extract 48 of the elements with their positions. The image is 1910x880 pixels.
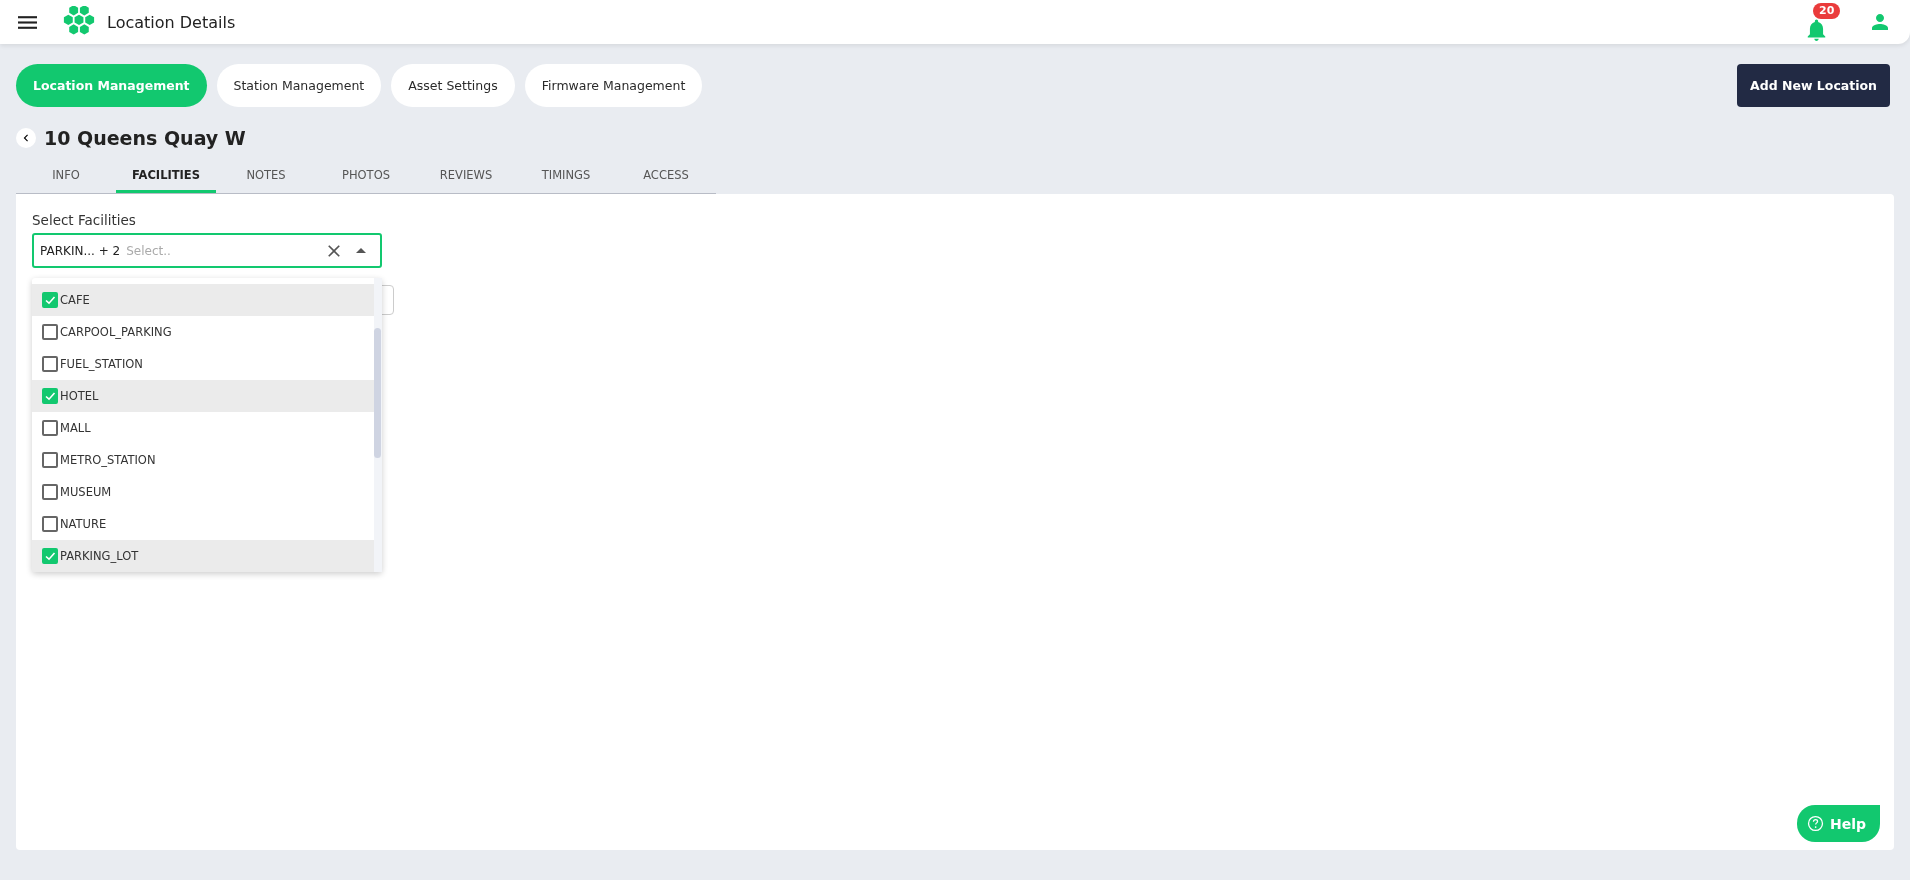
option-label: MUSEUM: [60, 485, 112, 499]
option-label: PARKING_LOT: [60, 549, 139, 563]
dropdown-option[interactable]: NATURE: [32, 508, 374, 540]
tab[interactable]: NOTES: [216, 159, 316, 193]
checkbox[interactable]: [42, 324, 58, 340]
facilities-select[interactable]: PARKIN... + 2 Select..: [32, 233, 382, 268]
checkbox[interactable]: [42, 420, 58, 436]
checkbox[interactable]: [42, 484, 58, 500]
dropdown-option[interactable]: CAFE: [32, 284, 374, 316]
dropdown-option[interactable]: MUSEUM: [32, 476, 374, 508]
dropdown-option[interactable]: FUEL_STATION: [32, 348, 374, 380]
dropdown-option[interactable]: HOTEL: [32, 380, 374, 412]
tab[interactable]: INFO: [16, 159, 116, 193]
search-input[interactable]: Select..: [126, 243, 324, 258]
tab[interactable]: REVIEWS: [416, 159, 516, 193]
checkbox[interactable]: [42, 516, 58, 532]
tab[interactable]: TIMINGS: [516, 159, 616, 193]
option-label: NATURE: [60, 517, 107, 531]
option-label: CAFE: [60, 293, 90, 307]
field-label: Select Facilities: [32, 212, 137, 228]
option-label: CARPOOL_PARKING: [60, 325, 172, 339]
location-title: 10 Queens Quay W: [44, 127, 246, 149]
nav-tab[interactable]: Station Management: [216, 64, 382, 107]
checkbox[interactable]: [42, 548, 58, 564]
nav-tab[interactable]: Asset Settings: [391, 64, 515, 107]
dropdown-option[interactable]: METRO_STATION: [32, 444, 374, 476]
nav-tab[interactable]: Firmware Management: [524, 64, 703, 107]
option-label: MALL: [60, 421, 91, 435]
notification-count-badge: 20: [1813, 2, 1841, 19]
dropdown-option[interactable]: MALL: [32, 412, 374, 444]
add-location-button[interactable]: Add New Location: [1737, 64, 1890, 107]
checkbox[interactable]: [42, 452, 58, 468]
checkbox[interactable]: [42, 388, 58, 404]
caret-icon[interactable]: [356, 248, 366, 253]
scrollbar-thumb[interactable]: [374, 328, 381, 458]
dropdown-option[interactable]: PARKING_LOT: [32, 540, 374, 572]
option-label: HOTEL: [60, 389, 99, 403]
help-icon: [1806, 815, 1824, 832]
checkbox[interactable]: [42, 356, 58, 372]
page-title: Location Details: [107, 12, 236, 32]
back-button[interactable]: [16, 128, 36, 148]
dropdown-option[interactable]: CARPOOL_PARKING: [32, 316, 374, 348]
checkbox[interactable]: [42, 292, 58, 308]
menu-icon[interactable]: [18, 15, 37, 29]
option-label: FUEL_STATION: [60, 357, 143, 371]
option-label: METRO_STATION: [60, 453, 156, 467]
tab[interactable]: PHOTOS: [316, 159, 416, 193]
tab[interactable]: ACCESS: [616, 159, 716, 193]
